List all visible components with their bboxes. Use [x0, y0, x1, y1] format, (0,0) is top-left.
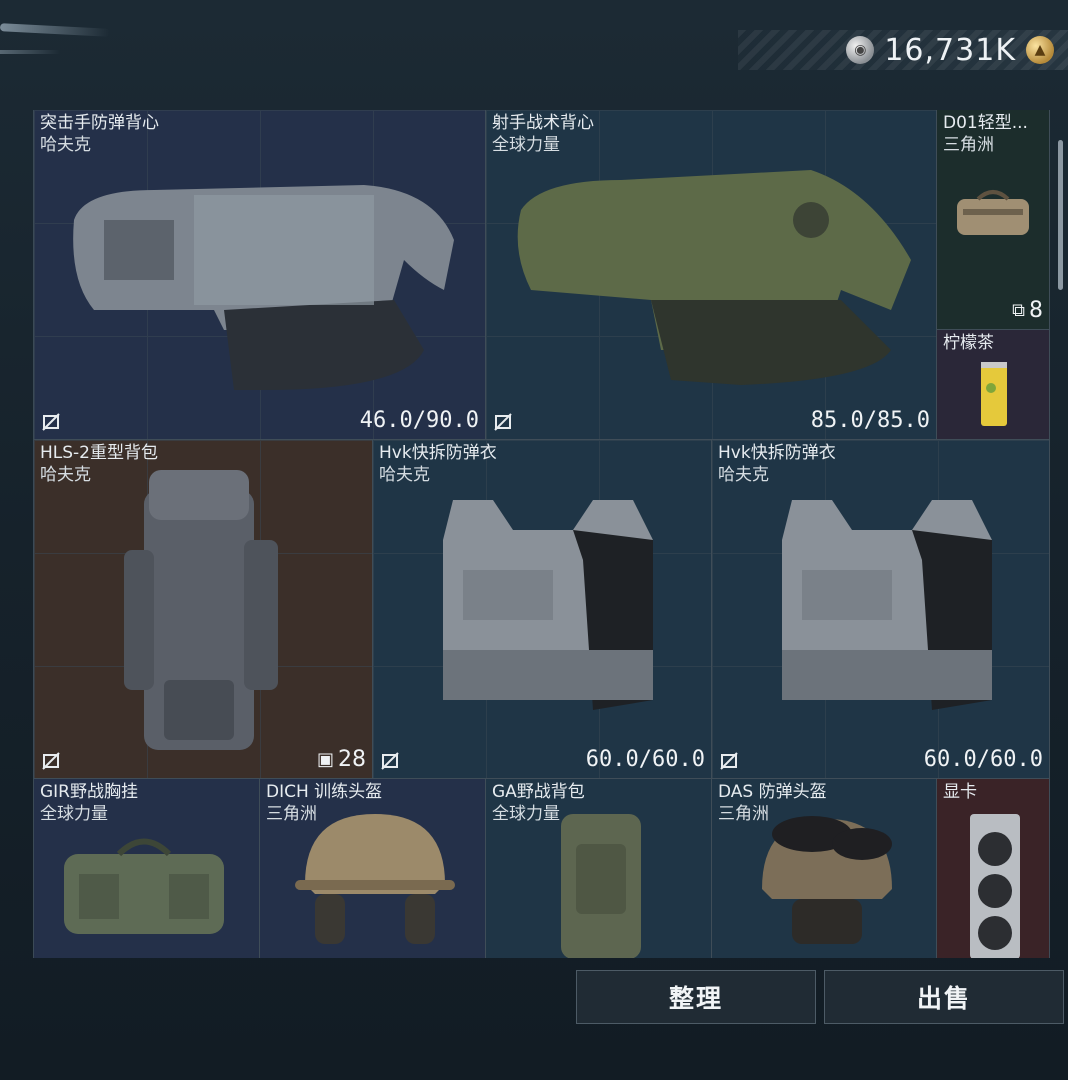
silver-coin-icon: ◉ — [846, 36, 875, 64]
inventory-item-gir-chest-rig[interactable]: GIR野战胸挂 全球力量 — [34, 779, 260, 958]
no-insurance-icon — [381, 752, 399, 770]
item-brand: 全球力量 — [492, 135, 560, 155]
armor-vest-icon — [517, 170, 911, 385]
item-brand: 哈夫克 — [40, 465, 91, 485]
item-name: 显卡 — [943, 782, 977, 802]
no-insurance-icon — [720, 752, 738, 770]
item-brand: 哈夫克 — [40, 135, 91, 155]
inventory-item-dich-helmet[interactable]: DICH 训练头盔 三角洲 — [260, 779, 486, 958]
plate-carrier-icon — [443, 500, 653, 710]
inventory-item-lemon-tea[interactable]: 柠檬茶 — [937, 330, 1050, 440]
backpack-icon — [124, 470, 278, 750]
plate-carrier-icon — [782, 500, 992, 710]
inventory-item-graphics-card[interactable]: 显卡 — [937, 779, 1050, 958]
item-name: 柠檬茶 — [943, 333, 994, 353]
scrollbar[interactable] — [1058, 140, 1063, 290]
inventory-item-hls2-backpack[interactable]: HLS-2重型背包 哈夫克 ▣ 28 — [34, 440, 373, 779]
item-durability: 85.0/85.0 — [810, 408, 930, 433]
stack-icon: ⧉ — [1012, 300, 1025, 321]
currency-value: 16,731K — [884, 32, 1016, 68]
item-durability: 60.0/60.0 — [923, 747, 1043, 772]
organize-button[interactable]: 整理 — [576, 970, 816, 1024]
inventory-item-marksman-vest[interactable]: 射手战术背心 全球力量 85.0/85.0 — [486, 110, 937, 440]
item-brand: 三角洲 — [943, 135, 994, 155]
item-capacity: ▣ 28 — [316, 747, 366, 772]
item-brand: 全球力量 — [40, 804, 108, 824]
inventory-item-ga-field-backpack[interactable]: GA野战背包 全球力量 — [486, 779, 712, 958]
item-brand: 三角洲 — [266, 804, 317, 824]
duffel-bag-icon — [957, 190, 1029, 235]
backpack-icon — [561, 814, 641, 958]
no-insurance-icon — [494, 413, 512, 431]
item-brand: 哈夫克 — [379, 465, 430, 485]
drink-can-icon — [981, 362, 1007, 426]
light-glare — [0, 50, 60, 54]
inventory-item-hvk-vest[interactable]: Hvk快拆防弹衣 哈夫克 60.0/60.0 — [373, 440, 712, 779]
item-stack-count: ⧉ 8 — [1012, 298, 1043, 323]
helmet-icon — [762, 816, 892, 944]
item-brand: 全球力量 — [492, 804, 560, 824]
item-durability: 46.0/90.0 — [359, 408, 479, 433]
backpack-capacity-icon: ▣ — [316, 749, 334, 770]
no-insurance-icon — [42, 752, 60, 770]
no-insurance-icon — [42, 413, 60, 431]
helmet-icon — [295, 814, 455, 944]
item-brand: 三角洲 — [718, 804, 769, 824]
item-brand: 哈夫克 — [718, 465, 769, 485]
inventory-item-das-helmet[interactable]: DAS 防弹头盔 三角洲 — [712, 779, 937, 958]
inventory-item-d01-light[interactable]: D01轻型... 三角洲 ⧉ 8 — [937, 110, 1050, 330]
chest-rig-icon — [64, 838, 224, 934]
graphics-card-icon — [970, 814, 1020, 958]
gold-triangle-coin-icon[interactable]: ▲ — [1026, 36, 1054, 64]
inventory-grid: 突击手防弹背心 哈夫克 46.0/90.0 射手战术背心 全球力量 85.0/8… — [33, 110, 1050, 958]
sell-button[interactable]: 出售 — [824, 970, 1064, 1024]
light-glare — [0, 23, 111, 37]
item-durability: 60.0/60.0 — [585, 747, 705, 772]
inventory-item-hvk-vest[interactable]: Hvk快拆防弹衣 哈夫克 60.0/60.0 — [712, 440, 1050, 779]
armor-vest-icon — [73, 185, 454, 390]
currency-display: ◉ 16,731K ▲ — [738, 30, 1068, 70]
inventory-item-assault-vest[interactable]: 突击手防弹背心 哈夫克 46.0/90.0 — [34, 110, 486, 440]
